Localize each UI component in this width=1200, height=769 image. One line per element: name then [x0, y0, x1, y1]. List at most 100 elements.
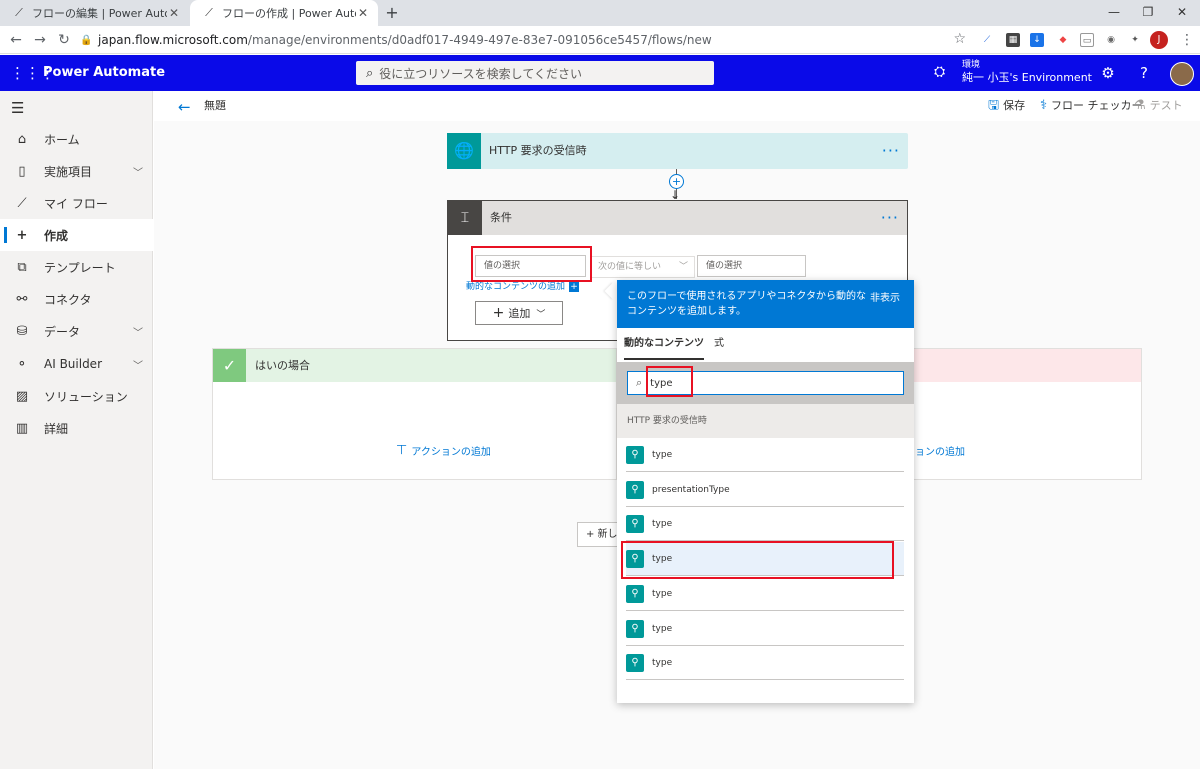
- minimize-icon[interactable]: —: [1096, 0, 1132, 26]
- sidebar-item-my-flows[interactable]: ⟋ マイ フロー: [0, 187, 153, 219]
- hide-panel-link[interactable]: 非表示: [870, 289, 900, 304]
- solution-icon: ▨: [15, 388, 29, 404]
- save-icon: 🖫: [988, 98, 1000, 113]
- chevron-down-icon: ﹀: [678, 262, 688, 272]
- search-icon: ⌕: [366, 65, 374, 81]
- http-globe-icon: ⚲: [626, 445, 644, 464]
- http-globe-icon: ⚲: [626, 653, 644, 672]
- sidebar-item-home[interactable]: ⌂ ホーム: [0, 123, 153, 155]
- sidebar-item-solutions[interactable]: ▨ ソリューション: [0, 380, 153, 412]
- sidebar-item-connectors[interactable]: ⚯ コネクタ: [0, 283, 153, 315]
- http-globe-icon: ⚲: [626, 619, 644, 638]
- book-icon: ▥: [15, 420, 29, 436]
- sidebar-item-action-items[interactable]: ▯ 実施項目 ﹀: [0, 155, 153, 187]
- dynamic-content-item[interactable]: ⚲ type: [626, 438, 904, 472]
- condition-right-value-input[interactable]: 値の選択: [697, 255, 806, 277]
- plus-icon: +: [492, 305, 505, 321]
- dynamic-panel-description: このフローで使用されるアプリやコネクタから動的なコンテンツを追加します。: [627, 291, 866, 317]
- clipboard-icon: ▯: [18, 163, 26, 179]
- browser-tab-create-flow[interactable]: ⟋ フローの作成 | Power Automate ✕: [190, 0, 378, 26]
- sidebar-item-learn[interactable]: ▥ 詳細: [0, 412, 153, 444]
- url-field[interactable]: 🔒 japan.flow.microsoft.com/manage/enviro…: [80, 29, 970, 51]
- condition-operator-select[interactable]: 次の値に等しい ﹀: [591, 256, 695, 278]
- chevron-down-icon: ﹀: [133, 167, 143, 179]
- help-icon[interactable]: ?: [1134, 63, 1154, 83]
- sidebar-item-create[interactable]: + 作成: [0, 219, 153, 251]
- back-icon[interactable]: ←: [6, 30, 26, 50]
- insert-step-icon[interactable]: +: [669, 174, 684, 189]
- dynamic-content-item[interactable]: ⚲ presentationType: [626, 473, 904, 507]
- app-name[interactable]: Power Automate: [43, 55, 165, 91]
- template-icon: ⧉: [17, 259, 27, 275]
- url-host: japan.flow.microsoft.com: [98, 33, 248, 47]
- extension-download-icon[interactable]: ↓: [1030, 33, 1044, 47]
- close-window-icon[interactable]: ✕: [1164, 0, 1200, 26]
- http-globe-icon: ⚲: [626, 514, 644, 533]
- http-globe-icon: 🌐: [447, 133, 481, 169]
- if-yes-header[interactable]: ✓ はいの場合: [213, 349, 616, 382]
- hamburger-menu-icon[interactable]: ☰: [11, 99, 24, 117]
- new-tab-button[interactable]: +: [382, 3, 402, 23]
- chevron-down-icon: ﹀: [133, 360, 143, 372]
- settings-gear-icon[interactable]: ⚙: [1098, 63, 1118, 83]
- save-label: 保存: [1003, 99, 1026, 112]
- search-icon: ⌕: [636, 376, 643, 389]
- add-action-link-no[interactable]: ョンの追加: [915, 443, 965, 458]
- extension-camera-icon[interactable]: ◉: [1104, 33, 1118, 47]
- dynamic-content-item[interactable]: ⚲ type: [626, 612, 904, 646]
- app-launcher-icon[interactable]: ⋮⋮⋮: [10, 64, 55, 82]
- environment-icon[interactable]: ⛭: [934, 64, 945, 80]
- connector-icon: ⚯: [16, 291, 28, 307]
- tab-expression[interactable]: 式: [714, 332, 724, 360]
- browser-menu-icon[interactable]: ⋮: [1180, 31, 1194, 49]
- flow-checker-button[interactable]: ⚕ フロー チェッカー: [1040, 91, 1143, 121]
- new-step-button[interactable]: + 新し: [577, 522, 619, 547]
- test-label: テスト: [1149, 99, 1183, 112]
- extension-flow-icon[interactable]: ⟋: [980, 33, 994, 47]
- trigger-title: HTTP 要求の受信時: [489, 144, 587, 157]
- plus-icon: +: [16, 227, 28, 243]
- user-avatar[interactable]: [1170, 62, 1194, 86]
- more-options-icon[interactable]: ···: [881, 201, 899, 235]
- more-options-icon[interactable]: ···: [882, 133, 900, 169]
- extensions-puzzle-icon[interactable]: ✦: [1128, 33, 1142, 47]
- tab-dynamic-content[interactable]: 動的なコンテンツ: [624, 332, 704, 360]
- http-globe-icon: ⚲: [626, 480, 644, 499]
- power-automate-favicon-icon: ⟋: [205, 6, 213, 19]
- sidebar-item-data[interactable]: ⛁ データ ﹀: [0, 315, 153, 347]
- if-yes-title: はいの場合: [255, 359, 310, 372]
- stethoscope-icon: ⚕: [1040, 98, 1048, 113]
- condition-header[interactable]: ⌶ 条件 ···: [448, 201, 907, 235]
- save-button[interactable]: 🖫 保存: [988, 91, 1025, 121]
- test-button[interactable]: ⚗ テスト: [1134, 91, 1183, 121]
- trigger-card[interactable]: 🌐 HTTP 要求の受信時 ···: [447, 133, 908, 169]
- environment-label: 環境: [962, 60, 981, 70]
- dynamic-content-item[interactable]: ⚲ type: [626, 577, 904, 611]
- back-arrow-icon[interactable]: ←: [178, 98, 191, 116]
- forward-icon[interactable]: →: [30, 30, 50, 50]
- resource-search-input[interactable]: ⌕ 役に立つリソースを検索してください: [356, 61, 714, 85]
- bookmark-star-icon[interactable]: ☆: [953, 31, 966, 47]
- browser-tab-edit-flow[interactable]: ⟋ フローの編集 | Power Automate ✕: [0, 0, 189, 26]
- dynamic-content-item[interactable]: ⚲ type: [626, 646, 904, 680]
- highlight-value-input: [471, 246, 592, 282]
- extension-gray-icon[interactable]: ▦: [1006, 33, 1020, 47]
- search-placeholder: 役に立つリソースを検索してください: [379, 66, 582, 81]
- reload-icon[interactable]: ↻: [54, 30, 74, 50]
- sidebar-item-templates[interactable]: ⧉ テンプレート: [0, 251, 153, 283]
- add-action-link[interactable]: ⊤ アクションの追加: [396, 443, 491, 458]
- dynamic-content-item[interactable]: ⚲ type: [626, 507, 904, 541]
- environment-name[interactable]: 純一 小玉's Environment: [962, 71, 1092, 85]
- sidebar-item-ai-builder[interactable]: ⚬ AI Builder ﹀: [0, 348, 153, 380]
- add-condition-button[interactable]: + 追加 ﹀: [475, 301, 563, 325]
- if-yes-branch: ✓ はいの場合: [212, 348, 617, 480]
- flow-checker-label: フロー チェッカー: [1051, 99, 1143, 112]
- browser-profile-avatar[interactable]: J: [1150, 31, 1168, 49]
- restore-icon[interactable]: ❐: [1130, 0, 1166, 26]
- extension-red-icon[interactable]: ◆: [1056, 33, 1070, 47]
- close-tab-icon[interactable]: ✕: [167, 6, 181, 20]
- close-tab-icon[interactable]: ✕: [356, 6, 370, 20]
- if-no-header[interactable]: [914, 349, 1141, 382]
- extension-chat-icon[interactable]: ▭: [1080, 33, 1094, 47]
- flow-name[interactable]: 無題: [204, 91, 226, 121]
